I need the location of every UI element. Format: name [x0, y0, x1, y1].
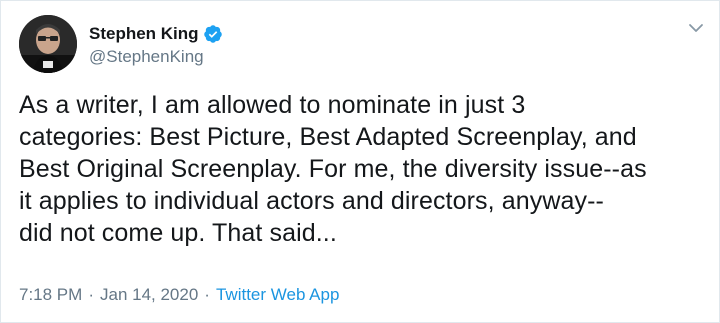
meta-separator: · — [88, 285, 94, 304]
tweet-text-line: it applies to individual actors and dire… — [19, 187, 604, 215]
tweet-text-line: categories: Best Picture, Best Adapted S… — [19, 123, 637, 151]
tweet-time[interactable]: 7:18 PM — [19, 285, 82, 305]
avatar[interactable] — [19, 15, 77, 73]
tweet-text-line: Best Original Screenplay. For me, the di… — [19, 155, 647, 183]
tweet-date[interactable]: Jan 14, 2020 — [100, 285, 198, 305]
tweet-header: Stephen King @StephenKing — [19, 15, 223, 73]
tweet-text-line: did not come up. That said... — [19, 219, 337, 247]
author-identity: Stephen King @StephenKing — [89, 22, 223, 67]
chevron-down-icon[interactable] — [687, 19, 705, 37]
tweet-card: Stephen King @StephenKing As a writer, I… — [0, 0, 720, 323]
author-handle[interactable]: @StephenKing — [89, 47, 223, 67]
tweet-text: As a writer, I am allowed to nominate in… — [19, 89, 709, 249]
tweet-metadata: 7:18 PM · Jan 14, 2020 · Twitter Web App — [19, 285, 339, 305]
avatar-image — [19, 15, 77, 73]
display-name[interactable]: Stephen King — [89, 24, 199, 44]
source-link[interactable]: Twitter Web App — [216, 285, 339, 305]
name-row: Stephen King — [89, 22, 223, 46]
meta-separator: · — [204, 285, 210, 304]
tweet-text-line: As a writer, I am allowed to nominate in… — [19, 91, 526, 119]
verified-badge-icon — [203, 24, 223, 44]
